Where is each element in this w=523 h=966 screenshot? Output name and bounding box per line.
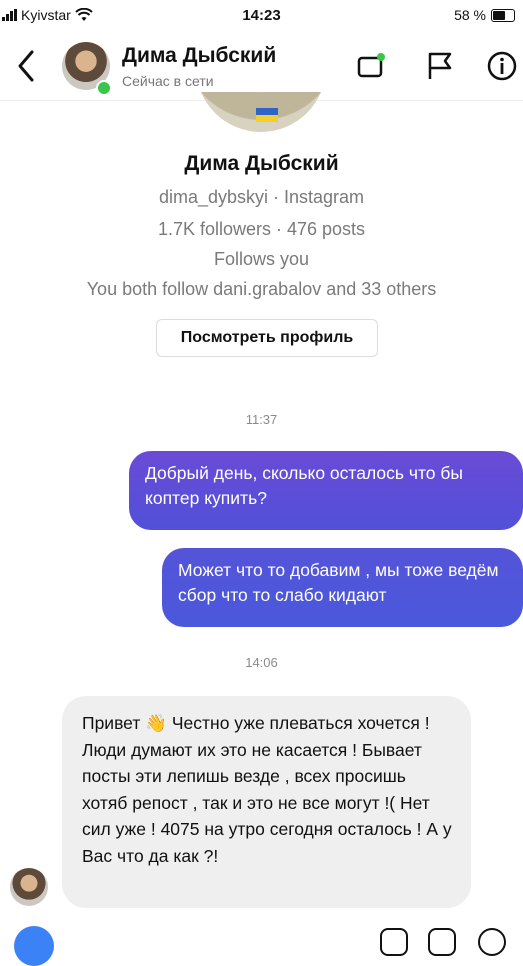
microphone-icon[interactable] — [380, 928, 408, 956]
profile-name: Дима Дыбский — [184, 152, 339, 175]
report-button[interactable] — [424, 50, 456, 82]
mutual-followers: You both follow dani.grabalov and 33 oth… — [86, 279, 437, 299]
battery-icon — [491, 8, 515, 22]
sticker-icon[interactable] — [478, 928, 506, 956]
outgoing-message[interactable]: Может что то добавим , мы тоже ведём сбо… — [162, 548, 523, 627]
clock: 14:23 — [242, 7, 281, 24]
flag-patch — [256, 108, 278, 122]
contact-name[interactable]: Дима Дыбский — [122, 44, 276, 68]
profile-photo[interactable] — [196, 92, 326, 132]
online-indicator — [96, 80, 112, 96]
camera-button[interactable] — [14, 926, 54, 966]
info-icon — [487, 51, 517, 81]
message-timestamp: 14:06 — [245, 655, 278, 670]
battery-indicator: 58 % — [454, 7, 515, 23]
contact-status: Сейчас в сети — [122, 73, 214, 89]
gallery-icon[interactable] — [428, 928, 456, 956]
battery-percent: 58 % — [454, 7, 486, 23]
status-bar: Kyivstar 14:23 58 % — [0, 0, 523, 32]
chevron-left-icon — [18, 50, 34, 82]
profile-handle: dima_dybskyi · Instagram — [158, 187, 365, 207]
profile-stats: 1.7K followers · 476 posts — [157, 219, 366, 239]
message-composer — [0, 916, 523, 966]
view-profile-button[interactable]: Посмотреть профиль — [156, 319, 378, 357]
incoming-message[interactable]: Привет 👋 Честно уже плеваться хочется ! … — [62, 696, 471, 908]
chat-header: Дима Дыбский Сейчас в сети — [0, 32, 523, 101]
sender-avatar[interactable] — [10, 868, 48, 906]
flag-icon — [428, 52, 452, 79]
outgoing-message[interactable]: Добрый день, сколько осталось что бы коп… — [129, 451, 523, 530]
video-call-button[interactable] — [356, 50, 388, 82]
video-chat-icon — [357, 53, 385, 78]
follows-you: Follows you — [213, 249, 310, 269]
back-button[interactable] — [14, 48, 40, 84]
message-timestamp: 11:37 — [245, 412, 278, 427]
info-button[interactable] — [486, 50, 518, 82]
